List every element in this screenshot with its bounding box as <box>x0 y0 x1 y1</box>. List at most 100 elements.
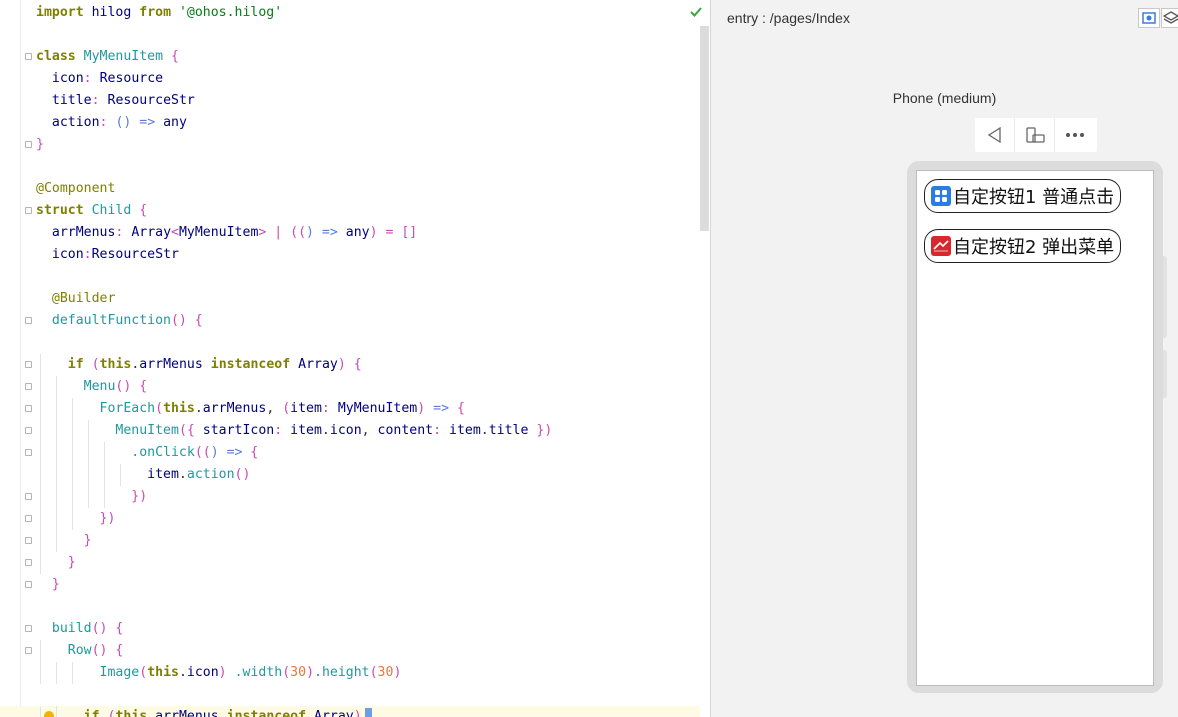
fold-marker-icon[interactable] <box>25 625 32 632</box>
fold-marker-icon[interactable] <box>25 317 32 324</box>
code-line[interactable]: build() { <box>0 618 700 640</box>
page-route: entry : /pages/Index <box>727 10 850 26</box>
code-line[interactable]: } <box>0 552 700 574</box>
code-text: icon:ResourceStr <box>51 247 179 262</box>
code-text: class MyMenuItem { <box>36 49 179 64</box>
code-text: } <box>51 577 60 592</box>
code-line[interactable]: struct Child { <box>0 200 700 222</box>
code-text: }) <box>99 511 116 526</box>
code-line[interactable]: arrMenus: Array<MyMenuItem> | (() => any… <box>0 222 700 244</box>
fold-marker-icon[interactable] <box>25 383 32 390</box>
code-line[interactable]: defaultFunction() { <box>0 310 700 332</box>
code-text: arrMenus: Array<MyMenuItem> | (() => any… <box>51 225 418 240</box>
code-line[interactable]: }) <box>0 486 700 508</box>
check-icon <box>690 7 702 17</box>
code-line[interactable]: @Component <box>0 178 700 200</box>
rotate-device-icon <box>1025 127 1045 143</box>
code-line[interactable]: ForEach(this.arrMenus, (item: MyMenuItem… <box>0 398 700 420</box>
rotate-device-button[interactable] <box>1015 118 1055 152</box>
code-line[interactable] <box>0 266 700 288</box>
text-caret <box>364 708 372 717</box>
code-line[interactable]: .onClick(() => { <box>0 442 700 464</box>
code-line[interactable]: title: ResourceStr <box>0 90 700 112</box>
code-text: } <box>67 555 76 570</box>
fold-marker-icon[interactable] <box>25 361 32 368</box>
code-text: icon: Resource <box>51 71 164 86</box>
code-line[interactable]: action: () => any <box>0 112 700 134</box>
code-line[interactable]: }) <box>0 508 700 530</box>
more-dots-icon <box>1066 133 1084 137</box>
code-line[interactable]: Row() { <box>0 640 700 662</box>
fold-marker-icon[interactable] <box>25 449 32 456</box>
code-text: import hilog from '@ohos.hilog' <box>36 5 283 20</box>
previewer-header: entry : /pages/Index <box>711 0 1178 36</box>
code-line[interactable]: icon:ResourceStr <box>0 244 700 266</box>
code-line[interactable]: @Builder <box>0 288 700 310</box>
fold-marker-icon[interactable] <box>25 141 32 148</box>
code-line[interactable]: Image(this.icon) .width(30).height(30) <box>0 662 700 684</box>
button-label: 自定按钮2 弹出菜单 <box>953 237 1115 258</box>
code-text: MenuItem({ startIcon: item.icon, content… <box>115 423 553 438</box>
code-lines[interactable]: import hilog from '@ohos.hilog' class MyM… <box>0 2 700 717</box>
code-line[interactable]: icon: Resource <box>0 68 700 90</box>
phone-side-button <box>1163 256 1167 338</box>
code-text: ForEach(this.arrMenus, (item: MyMenuItem… <box>99 401 465 416</box>
fold-marker-icon[interactable] <box>25 427 32 434</box>
code-text: title: ResourceStr <box>51 93 195 108</box>
fold-marker-icon[interactable] <box>25 53 32 60</box>
code-line[interactable] <box>0 684 700 706</box>
fold-marker-icon[interactable] <box>25 581 32 588</box>
code-text: if (this.arrMenus instanceof Array) { <box>67 357 362 372</box>
previewer-panel: entry : /pages/Index Phone (medium) 自定按钮… <box>711 0 1178 717</box>
inspect-button[interactable] <box>1138 8 1160 28</box>
code-line[interactable]: item.action() <box>0 464 700 486</box>
code-text: }) <box>131 489 148 504</box>
button-label: 自定按钮1 普通点击 <box>953 187 1115 208</box>
app-grid-icon <box>931 186 951 206</box>
back-triangle-icon <box>987 126 1001 144</box>
fold-marker-icon[interactable] <box>25 207 32 214</box>
code-line[interactable]: Menu() { <box>0 376 700 398</box>
fold-marker-icon[interactable] <box>25 515 32 522</box>
code-line[interactable] <box>0 24 700 46</box>
code-text: defaultFunction() { <box>51 313 203 328</box>
more-button[interactable] <box>1055 118 1095 152</box>
code-line[interactable] <box>0 156 700 178</box>
code-line[interactable]: if (this.arrMenus instanceof Array) <box>0 706 700 717</box>
code-line[interactable]: } <box>0 574 700 596</box>
code-text: @Builder <box>51 291 116 306</box>
code-text: if (this.arrMenus instanceof Array) <box>36 706 372 717</box>
custom-button-2[interactable]: 自定按钮2 弹出菜单 <box>924 229 1122 263</box>
back-button[interactable] <box>975 118 1015 152</box>
fold-marker-icon[interactable] <box>25 559 32 566</box>
code-text: Row() { <box>67 643 124 658</box>
code-line[interactable]: } <box>0 134 700 156</box>
layers-icon <box>1162 11 1178 24</box>
code-line[interactable]: MenuItem({ startIcon: item.icon, content… <box>0 420 700 442</box>
custom-button-1[interactable]: 自定按钮1 普通点击 <box>924 179 1122 213</box>
code-text: struct Child { <box>36 203 148 218</box>
fold-marker-icon[interactable] <box>25 405 32 412</box>
editor-scrollbar[interactable] <box>700 26 709 231</box>
code-text: } <box>36 137 44 152</box>
fold-marker-icon[interactable] <box>25 493 32 500</box>
code-line[interactable]: } <box>0 530 700 552</box>
code-line[interactable] <box>0 332 700 354</box>
code-line[interactable] <box>0 596 700 618</box>
code-line[interactable]: class MyMenuItem { <box>0 46 700 68</box>
code-text: .onClick(() => { <box>131 445 259 460</box>
phone-side-button <box>1163 350 1167 398</box>
code-text: @Component <box>36 181 116 196</box>
code-text: build() { <box>51 621 124 636</box>
code-line[interactable]: if (this.arrMenus instanceof Array) { <box>0 354 700 376</box>
code-text: Image(this.icon) .width(30).height(30) <box>99 665 402 680</box>
phone-screen: 自定按钮1 普通点击 自定按钮2 弹出菜单 <box>916 170 1154 686</box>
code-text: action: () => any <box>51 115 187 130</box>
layers-button[interactable] <box>1161 8 1178 28</box>
fold-marker-icon[interactable] <box>25 537 32 544</box>
fold-marker-icon[interactable] <box>25 647 32 654</box>
code-editor[interactable]: import hilog from '@ohos.hilog' class MyM… <box>0 0 711 717</box>
code-text: Menu() { <box>83 379 148 394</box>
code-line[interactable]: import hilog from '@ohos.hilog' <box>0 2 700 24</box>
inspect-icon <box>1142 12 1156 24</box>
